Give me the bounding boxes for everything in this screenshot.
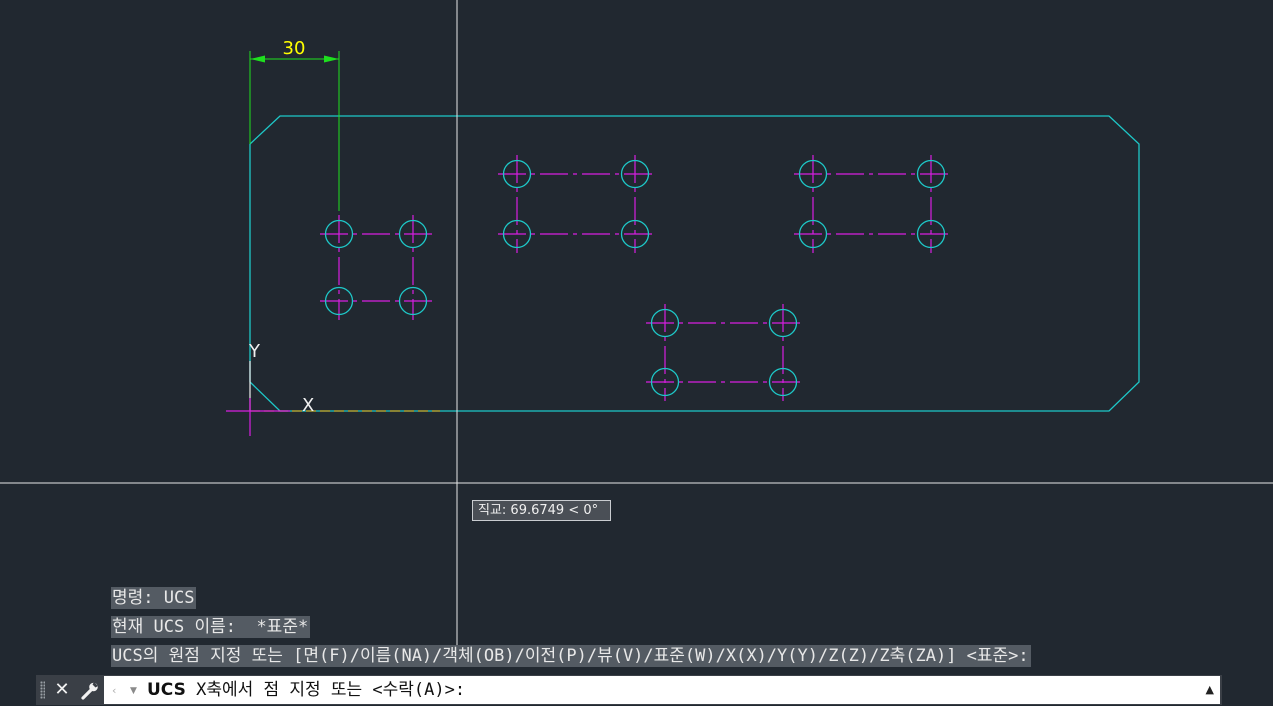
crosshair-cursor bbox=[0, 0, 1273, 645]
command-prompt: UCS X축에서 점 지정 또는 <수락(A)>: bbox=[147, 676, 465, 704]
command-prompt-text: X축에서 점 지정 또는 <수락(A)>: bbox=[185, 680, 466, 700]
command-line-bar: ✕ ‹ ▼ UCS X축에서 점 지정 또는 <수락(A)>: ▲ bbox=[36, 675, 1222, 705]
grip-handle[interactable] bbox=[40, 681, 45, 699]
ucs-x-label: X bbox=[302, 395, 314, 416]
hole-pattern-2[interactable] bbox=[498, 155, 654, 253]
close-icon[interactable]: ✕ bbox=[52, 678, 72, 702]
hole-patterns[interactable] bbox=[320, 155, 950, 401]
ortho-tooltip: 직교: 69.6749 < 0° bbox=[472, 500, 611, 521]
hole-pattern-4[interactable] bbox=[646, 304, 802, 401]
linear-dimension[interactable]: 30 bbox=[249, 38, 340, 211]
ucs-y-label: Y bbox=[248, 341, 261, 362]
wrench-icon[interactable] bbox=[78, 678, 102, 702]
expand-history-icon[interactable]: ▲ bbox=[1206, 684, 1214, 696]
plate-outline[interactable] bbox=[249, 115, 1140, 412]
hole-pattern-1[interactable] bbox=[320, 215, 432, 320]
history-line-1: 명령: UCS bbox=[111, 587, 197, 609]
dimension-text: 30 bbox=[283, 38, 306, 59]
history-line-2: 현재 UCS 이름: *표준* bbox=[111, 616, 311, 638]
ucs-icon: Y X bbox=[226, 341, 440, 436]
chevron-down-icon[interactable]: ▼ bbox=[130, 684, 137, 698]
history-line-3: UCS의 원점 지정 또는 [면(F)/이름(NA)/객체(OB)/이전(P)/… bbox=[111, 645, 1031, 667]
command-name: UCS bbox=[147, 680, 186, 700]
hole-pattern-3[interactable] bbox=[794, 155, 950, 253]
recent-commands-icon[interactable]: ‹ bbox=[112, 684, 126, 698]
command-input[interactable]: ‹ ▼ UCS X축에서 점 지정 또는 <수락(A)>: ▲ bbox=[104, 676, 1220, 704]
